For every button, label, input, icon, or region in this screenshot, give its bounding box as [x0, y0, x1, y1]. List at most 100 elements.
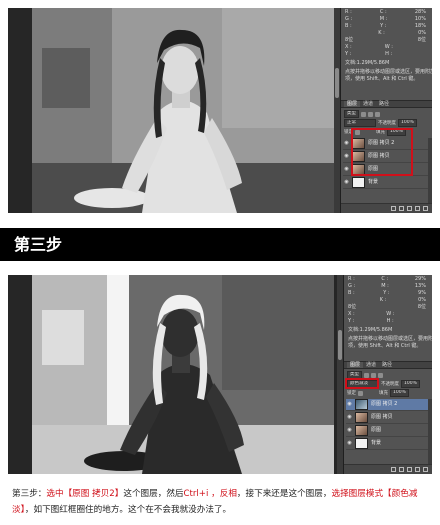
- lock-row: 锁定 填充 100%: [344, 128, 429, 136]
- hint-line: 项，使用 Shift、Alt 和 Ctrl 键。: [348, 343, 422, 349]
- layer-thumbnail: [352, 164, 365, 175]
- layer-row[interactable]: ◉ 原图 拷贝: [346, 412, 428, 424]
- opacity-field[interactable]: 100%: [401, 380, 420, 388]
- opacity-label: 不透明度: [378, 120, 396, 126]
- hint-line: 点按并拖移以移动图层或选区，要用附加选: [348, 336, 432, 342]
- trash-icon[interactable]: [423, 206, 428, 211]
- eye-icon[interactable]: ◉: [343, 166, 350, 173]
- text-filter-icon[interactable]: [375, 111, 380, 117]
- eye-icon[interactable]: ◉: [346, 414, 353, 421]
- info-row: R :C :29%: [348, 276, 426, 282]
- panel-scrollbar[interactable]: [428, 399, 432, 464]
- fill-field[interactable]: 100%: [390, 389, 409, 397]
- layer-thumbnail: [355, 438, 368, 449]
- eye-icon[interactable]: ◉: [346, 427, 353, 434]
- layer-thumbnail: [355, 399, 368, 410]
- layer-thumbnail: [355, 425, 368, 436]
- lock-icon[interactable]: [358, 390, 363, 396]
- layer-name: 背景: [368, 179, 379, 185]
- layer-row[interactable]: ◉ 原图: [346, 425, 428, 437]
- info-row: Y :H :: [348, 318, 394, 324]
- link-layers-icon[interactable]: [391, 206, 396, 211]
- info-row: G :M :10%: [345, 16, 426, 22]
- lock-row: 锁定 填充 100%: [347, 389, 429, 397]
- link-layers-icon[interactable]: [391, 467, 396, 472]
- layer-thumbnail: [352, 151, 365, 162]
- info-row: K :0%: [378, 30, 426, 36]
- layer-name: 原图 拷贝: [368, 153, 390, 159]
- info-layers-panel: R :C :29% G :M :13% B :Y :9% K :0% 8位 8位 …: [343, 275, 432, 474]
- tab-layers[interactable]: 图层: [347, 362, 364, 368]
- caption-part: 这个图层，然后: [123, 489, 184, 499]
- trash-icon[interactable]: [423, 467, 428, 472]
- document-canvas[interactable]: [8, 8, 340, 213]
- hint-line: 点按并拖移以移动图层或选区，要用附加选: [345, 69, 432, 75]
- info-layers-panel: R :C :28% G :M :10% B :Y :18% K :0% 8位 8位…: [340, 8, 432, 213]
- fill-label: 填充: [379, 390, 388, 396]
- image-filter-icon[interactable]: [361, 111, 366, 117]
- eye-icon[interactable]: ◉: [346, 440, 353, 447]
- info-readout: R :C :29% G :M :13% B :Y :9% K :0% 8位 8位 …: [348, 276, 432, 350]
- info-row: K :0%: [379, 297, 426, 303]
- layer-thumbnail: [352, 177, 365, 188]
- adjust-filter-icon[interactable]: [368, 111, 373, 117]
- blend-mode-select[interactable]: 颜色减淡: [347, 380, 379, 388]
- info-row: X :W :: [345, 44, 393, 50]
- blend-mode-select[interactable]: 正常: [344, 119, 376, 127]
- mask-icon[interactable]: [407, 206, 412, 211]
- layer-kind-filter[interactable]: 类型: [344, 110, 359, 118]
- caption-part: ，接下来还是这个图层，: [236, 489, 332, 499]
- fill-field[interactable]: 100%: [387, 128, 406, 136]
- image-filter-icon[interactable]: [364, 372, 369, 378]
- opacity-label: 不透明度: [381, 381, 399, 387]
- fx-icon[interactable]: [399, 467, 404, 472]
- info-row: 8位 8位: [345, 37, 426, 43]
- layer-row[interactable]: ◉ 原图 拷贝 2: [346, 399, 428, 411]
- layer-row[interactable]: ◉ 背景: [346, 438, 428, 450]
- info-row: B :Y :9%: [348, 290, 426, 296]
- document-canvas[interactable]: [8, 275, 343, 474]
- mask-icon[interactable]: [407, 467, 412, 472]
- layer-row[interactable]: ◉ 背景: [343, 177, 428, 189]
- tab-layers[interactable]: 图层: [344, 101, 361, 107]
- eye-icon[interactable]: ◉: [346, 401, 353, 408]
- adjust-filter-icon[interactable]: [371, 372, 376, 378]
- eye-icon[interactable]: ◉: [343, 179, 350, 186]
- panel-tabs: 图层 通道 路径: [341, 100, 432, 108]
- hint-line: 项，使用 Shift、Alt 和 Ctrl 键。: [345, 76, 419, 82]
- caption-highlight: 选中【原图 拷贝2】: [46, 489, 124, 499]
- opacity-field[interactable]: 100%: [398, 119, 417, 127]
- layer-thumbnail: [355, 412, 368, 423]
- photo-girl-inverted: [32, 275, 334, 474]
- fx-icon[interactable]: [399, 206, 404, 211]
- layer-kind-filter[interactable]: 类型: [347, 371, 362, 379]
- layer-row[interactable]: ◉ 原图: [343, 164, 428, 176]
- lock-label: 锁定: [347, 390, 356, 396]
- layer-name: 原图 拷贝: [371, 414, 393, 420]
- tab-paths[interactable]: 路径: [376, 101, 392, 107]
- panel-scrollbar[interactable]: [428, 138, 432, 203]
- layer-name: 原图: [371, 427, 382, 433]
- layer-name: 原图: [368, 166, 379, 172]
- blend-row: 颜色减淡 不透明度 100%: [347, 380, 429, 388]
- tab-channels[interactable]: 通道: [360, 101, 376, 107]
- eye-icon[interactable]: ◉: [343, 153, 350, 160]
- new-layer-icon[interactable]: [415, 206, 420, 211]
- canvas-scrollbar-thumb[interactable]: [338, 330, 342, 360]
- text-filter-icon[interactable]: [378, 372, 383, 378]
- lock-label: 锁定: [344, 129, 353, 135]
- panel-tabs: 图层 通道 路径: [344, 361, 432, 369]
- tab-paths[interactable]: 路径: [379, 362, 395, 368]
- eye-icon[interactable]: ◉: [343, 140, 350, 147]
- canvas-scrollbar-thumb[interactable]: [335, 68, 339, 98]
- doc-size: 文档:1.29M/5.86M: [345, 60, 390, 66]
- lock-icon[interactable]: [355, 129, 360, 135]
- layer-actions-bar: [344, 464, 432, 474]
- layer-row[interactable]: ◉ 原图 拷贝 2: [343, 138, 428, 150]
- layer-filter-row: 类型: [347, 371, 429, 379]
- step-banner: 第三步: [0, 228, 440, 261]
- tab-channels[interactable]: 通道: [363, 362, 379, 368]
- layer-row[interactable]: ◉ 原图 拷贝: [343, 151, 428, 163]
- layer-name: 原图 拷贝 2: [371, 401, 398, 407]
- new-layer-icon[interactable]: [415, 467, 420, 472]
